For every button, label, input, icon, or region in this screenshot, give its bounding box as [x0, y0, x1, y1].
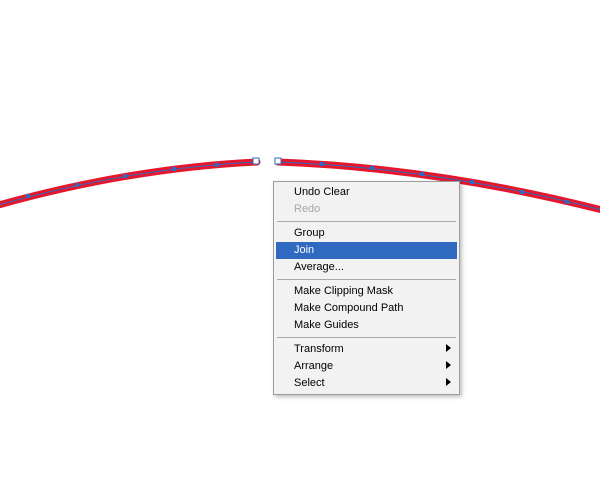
- menu-redo: Redo: [276, 201, 457, 218]
- selected-anchors[interactable]: [253, 158, 281, 164]
- menu-group[interactable]: Group: [276, 225, 457, 242]
- menu-transform[interactable]: Transform: [276, 341, 457, 358]
- menu-average[interactable]: Average...: [276, 259, 457, 276]
- menu-arrange-label: Arrange: [294, 360, 333, 372]
- menu-make-guides[interactable]: Make Guides: [276, 317, 457, 334]
- menu-select-label: Select: [294, 377, 325, 389]
- path-left-stroke: [0, 162, 257, 206]
- menu-select[interactable]: Select: [276, 375, 457, 392]
- submenu-arrow-icon: [446, 344, 451, 352]
- menu-separator: [277, 221, 456, 222]
- menu-arrange[interactable]: Arrange: [276, 358, 457, 375]
- menu-join[interactable]: Join: [276, 242, 457, 259]
- submenu-arrow-icon: [446, 378, 451, 386]
- menu-undo[interactable]: Undo Clear: [276, 184, 457, 201]
- menu-separator: [277, 279, 456, 280]
- menu-separator: [277, 337, 456, 338]
- menu-make-clipping-mask[interactable]: Make Clipping Mask: [276, 283, 457, 300]
- path-left-selection: [0, 162, 257, 206]
- context-menu: Undo Clear Redo Group Join Average... Ma…: [273, 181, 460, 395]
- menu-transform-label: Transform: [294, 343, 344, 355]
- menu-make-compound-path[interactable]: Make Compound Path: [276, 300, 457, 317]
- submenu-arrow-icon: [446, 361, 451, 369]
